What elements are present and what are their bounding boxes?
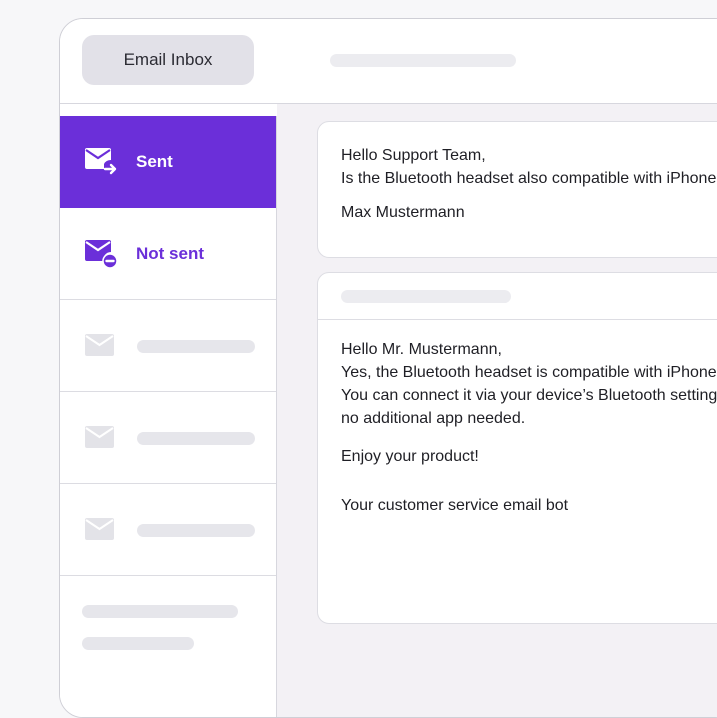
mail-icon <box>85 518 114 540</box>
reply-header <box>318 273 717 320</box>
sidebar-item-skeleton <box>137 432 255 445</box>
reply-line: no additional app needed. <box>341 410 526 427</box>
mail-sent-icon <box>85 148 117 175</box>
reply-line: You can connect it via your device’s Blu… <box>341 387 717 404</box>
sidebar-footer-skeleton <box>82 637 194 650</box>
message-pane: Hello Support Team, Is the Bluetooth hea… <box>277 104 717 717</box>
reply-greeting: Hello Mr. Mustermann, <box>341 341 502 358</box>
mail-not-sent-icon <box>85 240 118 269</box>
top-placeholder <box>330 54 516 67</box>
sidebar-item-label: Sent <box>136 152 173 171</box>
reply-signature: Your customer service email bot <box>341 497 569 514</box>
sidebar-item-not-sent[interactable]: Not sent <box>60 208 276 300</box>
reply-header-skeleton <box>341 290 511 303</box>
top-bar: Email Inbox <box>60 19 717 104</box>
email-window: Email Inbox Sent Not sent Hello Support … <box>59 18 717 718</box>
sidebar-item-placeholder[interactable] <box>60 484 276 576</box>
message-greeting: Hello Support Team, <box>341 147 486 164</box>
sidebar-item-placeholder[interactable] <box>60 392 276 484</box>
mail-icon <box>85 426 114 448</box>
sidebar-item-skeleton <box>137 340 255 353</box>
sidebar-item-placeholder[interactable] <box>60 300 276 392</box>
sidebar-item-label: Not sent <box>136 243 204 263</box>
message-body: Is the Bluetooth headset also compatible… <box>341 170 717 187</box>
page-title: Email Inbox <box>82 35 254 85</box>
sidebar-item-skeleton <box>137 524 255 537</box>
reply-line: Yes, the Bluetooth headset is compatible… <box>341 364 717 381</box>
reply-closing: Enjoy your product! <box>341 448 479 465</box>
incoming-message-card[interactable]: Hello Support Team, Is the Bluetooth hea… <box>317 121 717 258</box>
message-signature: Max Mustermann <box>341 204 465 221</box>
sidebar-item-sent[interactable]: Sent <box>60 116 276 208</box>
mail-icon <box>85 334 114 356</box>
sidebar: Sent Not sent <box>60 116 277 717</box>
reply-message-card[interactable]: Hello Mr. Mustermann, Yes, the Bluetooth… <box>317 272 717 624</box>
sidebar-footer-skeleton <box>82 605 238 618</box>
